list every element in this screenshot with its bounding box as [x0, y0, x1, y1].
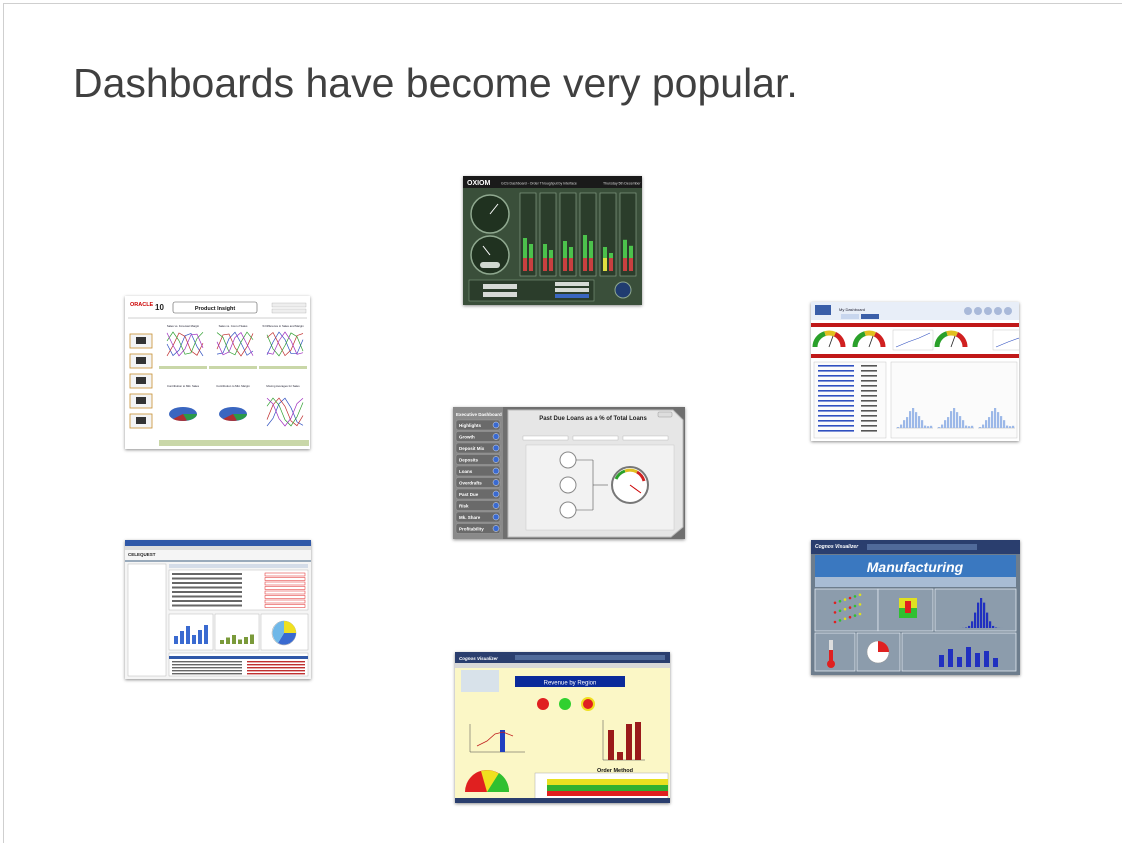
celequest-brand: CELEQUEST [128, 552, 156, 557]
exec-nav-label: Deposit Mix [459, 446, 485, 451]
red-gauges-dashboard-thumbnail: My Dashboard [811, 302, 1019, 441]
oracle-chart-title: Contribution to Mkt. Sales [167, 384, 200, 388]
cognos-revenue-by-region-thumbnail: Cognos Visualizer Revenue by Region Orde… [455, 652, 670, 803]
oracle-brand: ORACLE [130, 302, 154, 308]
exec-nav-label: Highlights [459, 423, 481, 428]
oracle-chart-title: Sales vs. Cost of Sales [219, 324, 248, 328]
oracle-chart-title: Contribution to Mkt. Margin [216, 384, 250, 388]
exec-nav-label: Risk [459, 504, 469, 509]
oxiom-date: Thursday 5th December [603, 182, 641, 186]
cognos-manufacturing-thumbnail: Cognos Visualizer Manufacturing [811, 540, 1020, 675]
exec-nav-label: Overdrafts [459, 481, 482, 486]
mfg-brand: Cognos Visualizer [815, 544, 859, 550]
oxiom-header: GCS Dashboard - Order Throughput by Inte… [501, 182, 577, 186]
oxiom-dashboard-thumbnail: OXIOM GCS Dashboard - Order Throughput b… [463, 176, 642, 305]
exec-nav-label: Past Due [459, 492, 479, 497]
exec-nav-label: Profitability [459, 527, 484, 532]
slide-title: Dashboards have become very popular. [73, 60, 798, 106]
exec-nav-label: Growth [459, 435, 475, 440]
redgauges-brand: My Dashboard [839, 307, 865, 312]
exec-nav-label: Mk. Share [459, 515, 481, 520]
oracle-chart-title: Moving Averages for Sales [266, 384, 300, 388]
exec-nav-label: Loans [459, 469, 473, 474]
executive-title: Past Due Loans as a % of Total Loans [539, 416, 647, 422]
oracle-title: Product Insight [195, 306, 236, 312]
executive-label: Executive Dashboard [456, 412, 502, 417]
oracle-edition: 10 [155, 303, 164, 312]
rev-title: Revenue by Region [544, 681, 597, 687]
executive-dashboard-thumbnail: Executive Dashboard Highlights Growth Depo… [453, 407, 685, 539]
mfg-title: Manufacturing [867, 559, 964, 575]
oracle-chart-title: Sales vs. Forecast Margin [167, 324, 200, 328]
oxiom-brand: OXIOM [467, 180, 491, 187]
oracle-product-insight-thumbnail: ORACLE 10 Product Insight Sales vs. Fore… [125, 296, 310, 449]
oracle-chart-title: % Difference in Sales and Margin [262, 324, 304, 328]
rev-brand: Cognos Visualizer [459, 656, 498, 661]
celequest-dashboard-thumbnail: CELEQUEST [125, 540, 311, 679]
exec-nav-label: Deposits [459, 458, 479, 463]
